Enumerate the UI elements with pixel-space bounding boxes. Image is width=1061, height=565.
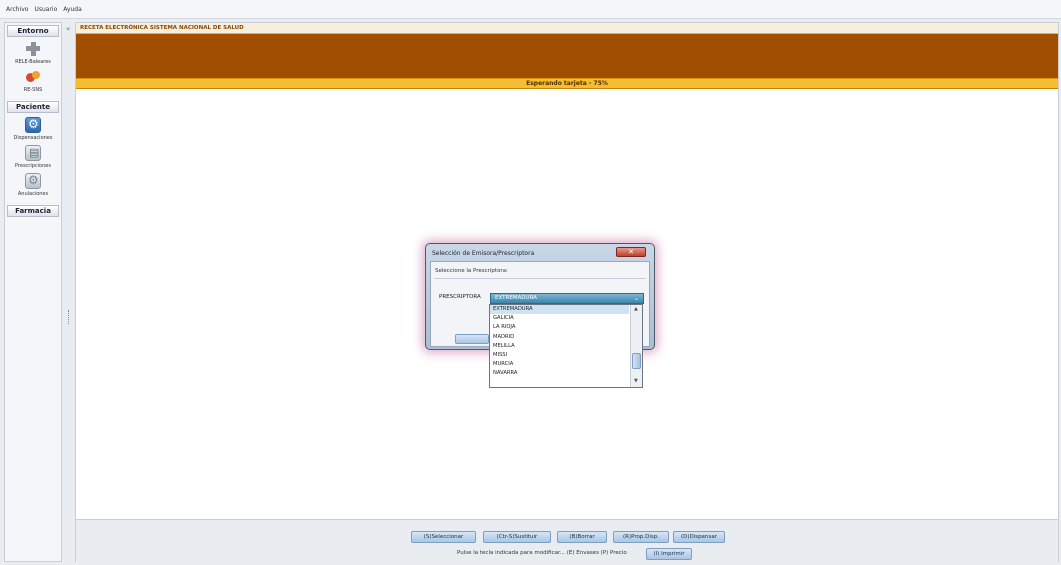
option-murcia[interactable]: MURCIA [490,360,629,369]
dropdown-scrollbar[interactable]: ▲ ▼ [630,305,642,387]
sidebar-item-prescripciones[interactable]: Prescripciones [5,145,61,169]
scroll-thumb[interactable] [632,353,641,369]
sidebar-item-dispensaciones[interactable]: Dispensaciones [5,117,61,141]
menu-usuario[interactable]: Usuario [34,6,57,13]
option-galicia[interactable]: GALICIA [490,314,629,323]
option-madrid[interactable]: MADRID [490,333,629,342]
prescriptora-select[interactable]: EXTREMADURA ⌄ [490,293,644,304]
prop-disp-button[interactable]: (R)Prop.Disp. [613,531,669,543]
selected-value: EXTREMADURA [495,295,537,301]
menu-ayuda[interactable]: Ayuda [63,6,82,13]
dispense-icon [25,117,41,133]
prescriptora-label: PRESCRIPTORA [439,294,481,300]
collapse-arrow-icon[interactable]: « [66,25,70,33]
dialog-title: Selección de Emisora/Prescriptora [432,250,535,257]
sidebar: Entorno RELE-Baleares RE-SNS Paciente Di… [4,22,62,562]
divider [434,278,646,279]
chevron-down-icon[interactable]: ⌄ [634,294,639,303]
sidebar-item-label: RELE-Baleares [15,59,51,65]
section-entorno[interactable]: Entorno [7,25,59,37]
sidebar-item-label: Dispensaciones [13,135,53,141]
option-navarra[interactable]: NAVARRA [490,369,629,378]
sidebar-item-label: RE-SNS [23,87,43,93]
substitute-button[interactable]: (Ctr-S)Sustituir [483,531,551,543]
action-bar: (S)Seleccionar (Ctr-S)Sustituir (B)Borra… [76,519,1058,562]
scroll-up-icon[interactable]: ▲ [634,306,638,312]
sidebar-item-label: Prescripciones [15,163,51,169]
delete-button[interactable]: (B)Borrar [557,531,607,543]
sidebar-item-label: Anulaciones [17,191,49,197]
dialog-subtitle: Seleccione la Prescriptora: [435,268,508,274]
scroll-down-icon[interactable]: ▼ [634,378,638,384]
dispense-button[interactable]: (D)Dispensar [673,531,725,543]
splitter-grip[interactable] [68,310,69,324]
option-missi[interactable]: MISSI [490,351,629,360]
sidebar-splitter[interactable]: « [64,22,74,562]
sidebar-item-re-sns[interactable]: RE-SNS [5,69,61,93]
page-title: RECETA ELECTRÓNICA SISTEMA NACIONAL DE S… [76,23,1058,34]
sidebar-item-anulaciones[interactable]: Anulaciones [5,173,61,197]
prescriptora-options: EXTREMADURA GALICIA LA RIOJA MADRID MELI… [489,304,643,388]
menu-bar: Archivo Usuario Ayuda [0,0,1061,19]
header-band [76,34,1058,78]
section-paciente[interactable]: Paciente [7,101,59,113]
option-melilla[interactable]: MELILLA [490,342,629,351]
hint-text: Pulse la tecla indicada para modificar..… [457,550,627,556]
dialog-accept-button[interactable] [455,334,489,344]
status-bar: Esperando tarjeta - 75% [76,78,1058,89]
pill-icon [25,69,41,85]
plus-icon [25,41,41,57]
close-icon[interactable]: ✕ [616,247,646,257]
select-button[interactable]: (S)Seleccionar [411,531,476,543]
prescription-icon [25,145,41,161]
option-la-rioja[interactable]: LA RIOJA [490,323,629,332]
menu-archivo[interactable]: Archivo [6,6,28,13]
option-extremadura[interactable]: EXTREMADURA [490,305,629,315]
print-button[interactable]: (I) Imprimir [646,548,692,560]
section-farmacia[interactable]: Farmacia [7,205,59,217]
sidebar-item-rele-baleares[interactable]: RELE-Baleares [5,41,61,65]
cancel-icon [25,173,41,189]
